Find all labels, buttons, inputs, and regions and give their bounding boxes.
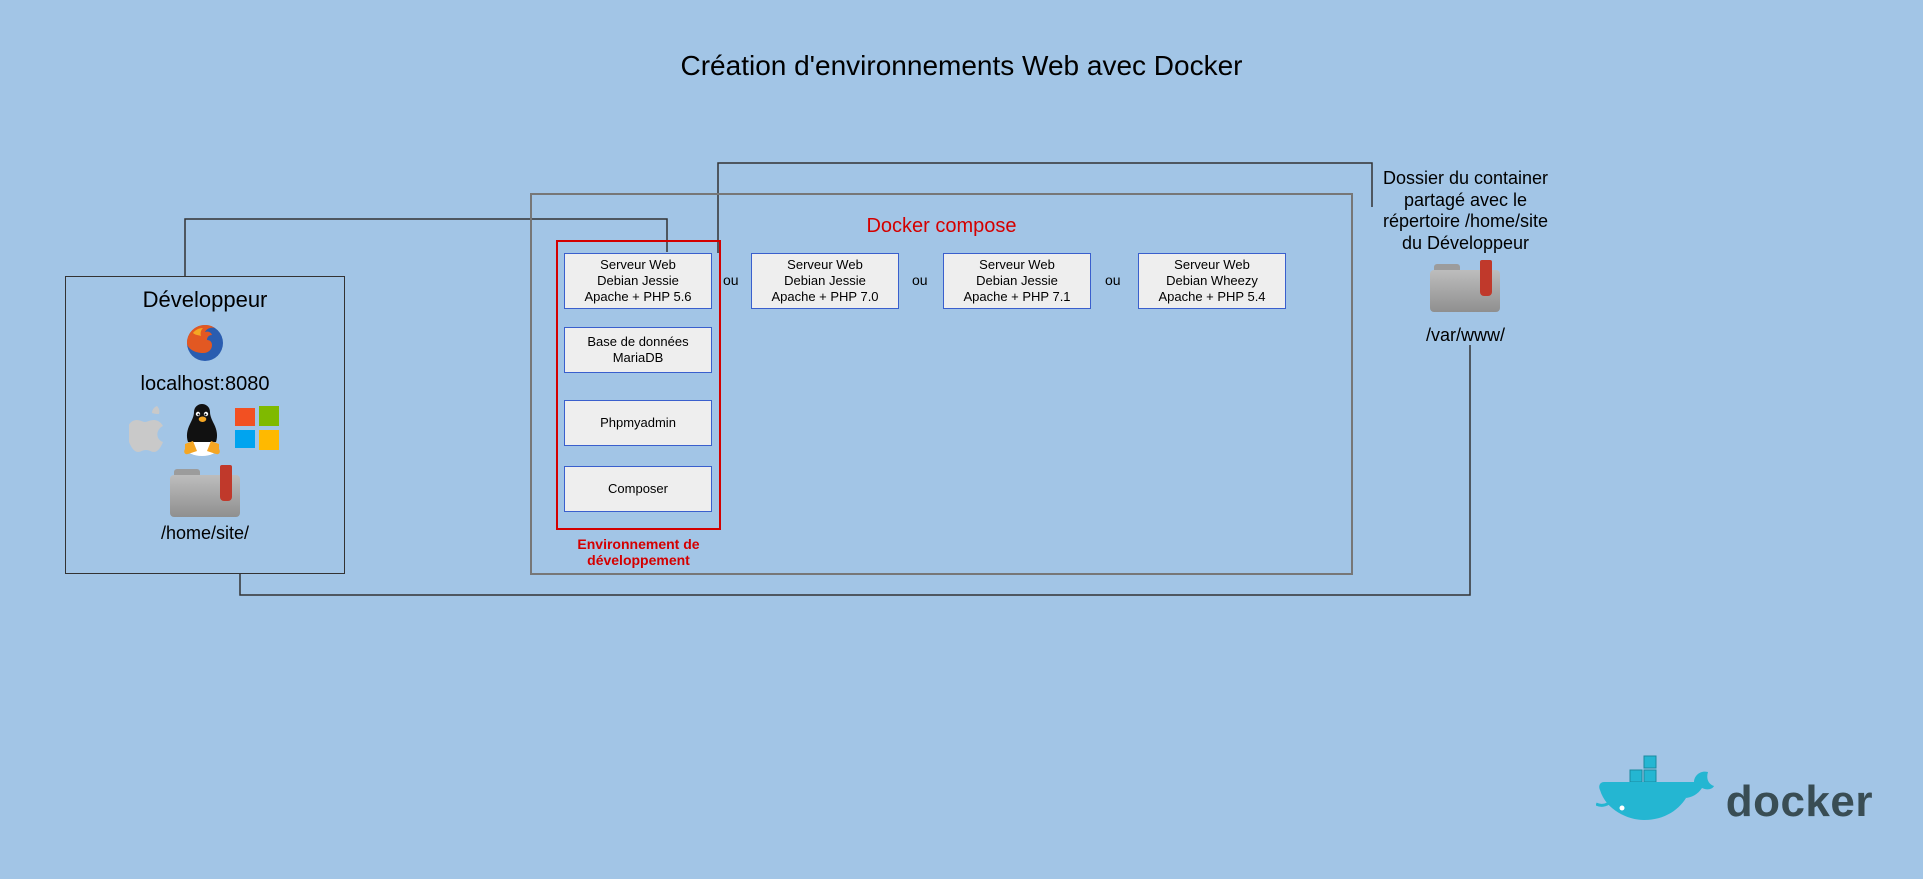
- page-title: Création d'environnements Web avec Docke…: [0, 50, 1923, 82]
- docker-logo: docker: [1596, 754, 1873, 849]
- share-description: Dossier du container partagé avec le rép…: [1373, 168, 1558, 254]
- windows-icon: [233, 404, 281, 463]
- docker-compose-title: Docker compose: [532, 215, 1351, 238]
- share-path: /var/www/: [1373, 325, 1558, 346]
- server-php56: Serveur WebDebian JessieApache + PHP 5.6: [564, 253, 712, 309]
- apple-icon: [129, 404, 171, 463]
- developer-box: Développeur localhost:8080: [65, 276, 345, 574]
- service-mariadb: Base de donnéesMariaDB: [564, 327, 712, 373]
- service-composer: Composer: [564, 466, 712, 512]
- server-php71: Serveur WebDebian JessieApache + PHP 7.1: [943, 253, 1091, 309]
- developer-label: Développeur: [66, 287, 344, 313]
- server-php70: Serveur WebDebian JessieApache + PHP 7.0: [751, 253, 899, 309]
- developer-url: localhost:8080: [66, 373, 344, 396]
- folder-icon: [1430, 258, 1500, 312]
- folder-icon: [170, 469, 240, 517]
- service-phpmyadmin: Phpmyadmin: [564, 400, 712, 446]
- developer-path: /home/site/: [66, 523, 344, 544]
- or-2: ou: [912, 272, 928, 288]
- or-1: ou: [723, 272, 739, 288]
- docker-logo-text: docker: [1726, 777, 1873, 827]
- firefox-icon: [181, 319, 229, 367]
- docker-whale-icon: [1596, 754, 1716, 849]
- linux-icon: [179, 404, 225, 463]
- or-3: ou: [1105, 272, 1121, 288]
- server-php54: Serveur WebDebian WheezyApache + PHP 5.4: [1138, 253, 1286, 309]
- dev-env-label: Environnement de développement: [556, 536, 721, 568]
